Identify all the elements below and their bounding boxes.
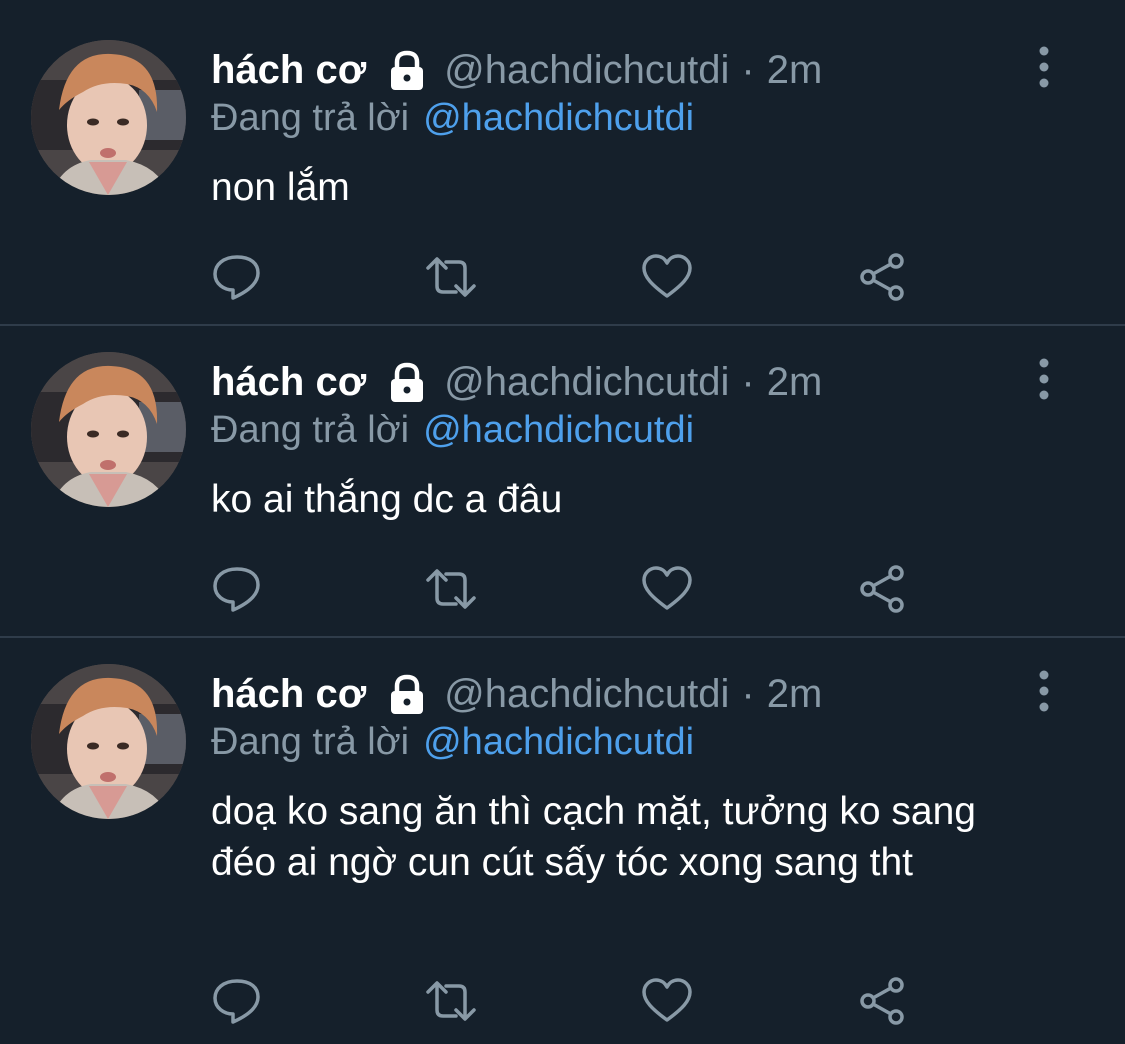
tweet-text: non lắm: [211, 166, 350, 209]
more-button[interactable]: [1024, 42, 1064, 92]
retweet-button[interactable]: [424, 564, 478, 614]
heart-icon: [642, 978, 692, 1022]
tweet-text: doạ ko sang ăn thì cạch mặt, tưởng ko sa…: [211, 790, 976, 884]
share-icon: [860, 565, 904, 613]
reply-icon: [213, 567, 260, 612]
handle[interactable]: @hachdichcutdi: [444, 360, 729, 405]
lock-icon: [386, 49, 428, 91]
separator-dot: ·: [741, 47, 755, 92]
tweet-actions: [210, 564, 930, 614]
reply-context: Đang trả lời @hachdichcutdi: [211, 717, 694, 767]
separator-dot: ·: [741, 671, 755, 716]
tweet-text: ko ai thắng dc a đâu: [211, 478, 563, 521]
retweet-icon: [426, 257, 476, 297]
avatar[interactable]: [31, 664, 186, 819]
reply-icon: [213, 979, 260, 1024]
reply-prefix: Đang trả lời: [211, 96, 410, 139]
heart-icon: [642, 566, 692, 610]
tweet-actions: [210, 976, 930, 1026]
reply-button[interactable]: [210, 976, 264, 1026]
tweet-header: hách cơ @hachdichcutdi · 2m: [211, 664, 822, 724]
more-vertical-icon: [1039, 46, 1049, 88]
share-button[interactable]: [856, 564, 910, 614]
retweet-button[interactable]: [424, 252, 478, 302]
retweet-icon: [426, 569, 476, 609]
more-vertical-icon: [1039, 670, 1049, 712]
display-name[interactable]: hách cơ: [211, 360, 366, 405]
avatar[interactable]: [31, 40, 186, 195]
retweet-button[interactable]: [424, 976, 478, 1026]
share-button[interactable]: [856, 976, 910, 1026]
display-name[interactable]: hách cơ: [211, 672, 366, 717]
reply-button[interactable]: [210, 252, 264, 302]
handle[interactable]: @hachdichcutdi: [444, 672, 729, 717]
more-button[interactable]: [1024, 666, 1064, 716]
tweet-2[interactable]: hách cơ @hachdichcutdi · 2m Đang trả lời…: [0, 326, 1125, 636]
reply-icon: [213, 255, 260, 300]
reply-prefix: Đang trả lời: [211, 720, 410, 763]
reply-context: Đang trả lời @hachdichcutdi: [211, 93, 694, 143]
display-name[interactable]: hách cơ: [211, 48, 366, 93]
tweet-header: hách cơ @hachdichcutdi · 2m: [211, 352, 822, 412]
reply-button[interactable]: [210, 564, 264, 614]
separator-dot: ·: [741, 359, 755, 404]
more-button[interactable]: [1024, 354, 1064, 404]
share-button[interactable]: [856, 252, 910, 302]
reply-target-link[interactable]: @hachdichcutdi: [423, 97, 694, 140]
tweet-actions: [210, 252, 930, 302]
avatar[interactable]: [31, 352, 186, 507]
tweet-3[interactable]: hách cơ @hachdichcutdi · 2m Đang trả lời…: [0, 638, 1125, 1044]
handle[interactable]: @hachdichcutdi: [444, 48, 729, 93]
reply-context: Đang trả lời @hachdichcutdi: [211, 405, 694, 455]
tweet-1[interactable]: hách cơ @hachdichcutdi · 2m Đang trả lời…: [0, 0, 1125, 324]
timestamp[interactable]: 2m: [767, 672, 823, 717]
reply-target-link[interactable]: @hachdichcutdi: [423, 721, 694, 764]
timestamp[interactable]: 2m: [767, 48, 823, 93]
like-button[interactable]: [640, 564, 694, 614]
reply-prefix: Đang trả lời: [211, 408, 410, 451]
like-button[interactable]: [640, 976, 694, 1026]
timestamp[interactable]: 2m: [767, 360, 823, 405]
more-vertical-icon: [1039, 358, 1049, 400]
like-button[interactable]: [640, 252, 694, 302]
heart-icon: [642, 254, 692, 298]
lock-icon: [386, 361, 428, 403]
tweet-header: hách cơ @hachdichcutdi · 2m: [211, 40, 822, 100]
retweet-icon: [426, 981, 476, 1021]
lock-icon: [386, 673, 428, 715]
share-icon: [860, 253, 904, 301]
share-icon: [860, 977, 904, 1025]
tweet-thread: hách cơ @hachdichcutdi · 2m Đang trả lời…: [0, 0, 1125, 1044]
reply-target-link[interactable]: @hachdichcutdi: [423, 409, 694, 452]
